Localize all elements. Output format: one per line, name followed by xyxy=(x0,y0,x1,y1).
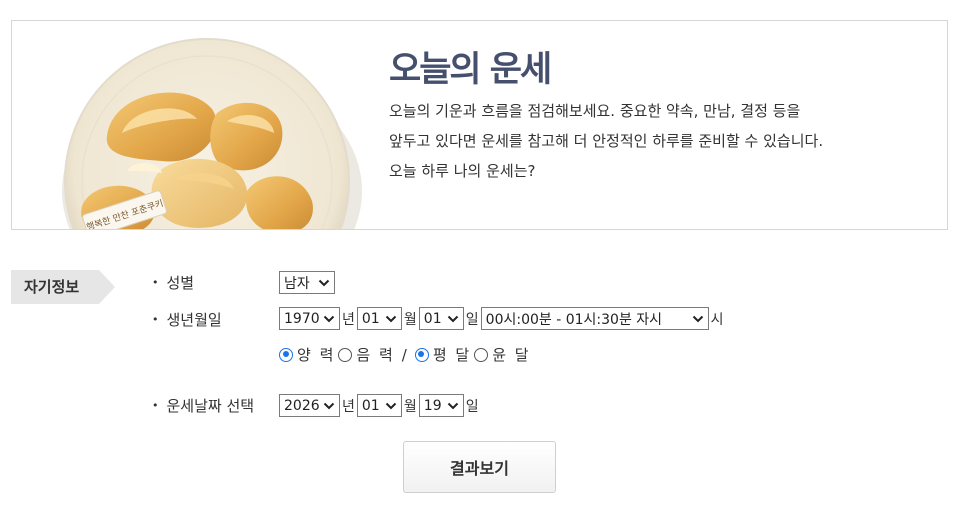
birth-label: 생년월일 xyxy=(152,309,222,330)
fortune-day-unit: 일 xyxy=(465,398,479,415)
fortune-cookie-illustration: 행복한 만찬 포춘쿠키 xyxy=(62,38,362,229)
calendar-type-radios: 양 력 음 력 / 평 달 윤 달 xyxy=(279,344,534,365)
fortune-month-unit: 월 xyxy=(403,398,417,415)
fortune-year-value: 2026 xyxy=(284,397,320,414)
chevron-down-icon xyxy=(323,402,335,409)
birth-month-value: 01 xyxy=(361,310,380,327)
banner-description-line: 오늘의 기운과 흐름을 점검해보세요. 중요한 약속, 만남, 결정 등을 xyxy=(389,102,801,120)
birth-month-unit: 월 xyxy=(403,311,417,328)
leap-month-radio-label[interactable]: 윤 달 xyxy=(492,344,530,365)
fortune-month-value: 01 xyxy=(361,397,380,414)
fortune-day-select[interactable]: 19 xyxy=(418,394,464,417)
chevron-down-icon xyxy=(318,279,330,286)
fortune-date-controls: 2026 년 01 월 19 일 xyxy=(279,394,481,417)
banner-description-line: 앞두고 있다면 운세를 참고해 더 안정적인 하루를 준비할 수 있습니다. xyxy=(389,132,824,150)
view-result-button[interactable]: 결과보기 xyxy=(403,441,556,493)
gender-select-value: 남자 xyxy=(284,275,310,292)
leap-month-radio[interactable] xyxy=(474,347,489,362)
gender-label: 성별 xyxy=(152,272,195,293)
birth-time-unit: 시 xyxy=(710,311,724,328)
page-title: 오늘의 운세 xyxy=(389,50,552,90)
birth-year-unit: 년 xyxy=(342,311,355,328)
normal-month-radio[interactable] xyxy=(414,347,429,362)
fortune-date-row: 운세날짜 선택 xyxy=(152,395,255,416)
fortune-month-select[interactable]: 01 xyxy=(356,394,402,417)
chevron-down-icon xyxy=(447,315,458,322)
lunar-radio-label[interactable]: 음 력 xyxy=(356,344,394,365)
fortune-cookie-plate-image: 행복한 만찬 포춘쿠키 xyxy=(12,21,372,229)
chevron-down-icon xyxy=(385,402,397,409)
chevron-down-icon xyxy=(385,315,397,322)
birth-time-select[interactable]: 00시:00분 - 01시:30분 자시 xyxy=(480,307,709,330)
section-tag-personal-info: 자기정보 xyxy=(11,270,115,304)
lunar-radio[interactable] xyxy=(338,347,353,362)
birth-day-select[interactable]: 01 xyxy=(418,307,464,330)
fortune-date-label: 운세날짜 선택 xyxy=(152,395,255,416)
birth-controls: 1970 년 01 월 01 일 00시:00분 - 01시:30분 자시 시 xyxy=(279,307,726,330)
chevron-down-icon xyxy=(323,315,335,322)
banner-description: 오늘의 기운과 흐름을 점검해보세요. 중요한 약속, 만남, 결정 등을 앞두… xyxy=(389,96,823,186)
fortune-day-value: 19 xyxy=(423,397,442,414)
fortune-banner: 행복한 만찬 포춘쿠키 오늘의 운세 오늘의 기운과 흐름을 점검해보세요. 중… xyxy=(11,20,948,230)
birth-day-value: 01 xyxy=(423,310,442,327)
birth-year-value: 1970 xyxy=(284,310,320,327)
birth-row: 생년월일 xyxy=(152,309,222,330)
birth-year-select[interactable]: 1970 xyxy=(279,307,340,330)
normal-month-radio-label[interactable]: 평 달 xyxy=(433,344,471,365)
gender-controls: 남자 xyxy=(279,271,335,294)
banner-description-line: 오늘 하루 나의 운세는? xyxy=(389,162,536,180)
solar-radio-label[interactable]: 양 력 xyxy=(297,344,335,365)
chevron-down-icon xyxy=(447,402,458,409)
fortune-year-select[interactable]: 2026 xyxy=(279,394,340,417)
birth-day-unit: 일 xyxy=(465,311,479,328)
birth-time-value: 00시:00분 - 01시:30분 자시 xyxy=(485,311,663,328)
gender-select[interactable]: 남자 xyxy=(279,271,335,294)
solar-radio[interactable] xyxy=(279,347,293,362)
fortune-year-unit: 년 xyxy=(342,398,355,415)
gender-row: 성별 xyxy=(152,272,195,293)
calendar-separator: / xyxy=(401,345,407,364)
chevron-down-icon xyxy=(692,315,703,322)
birth-month-select[interactable]: 01 xyxy=(356,307,402,330)
